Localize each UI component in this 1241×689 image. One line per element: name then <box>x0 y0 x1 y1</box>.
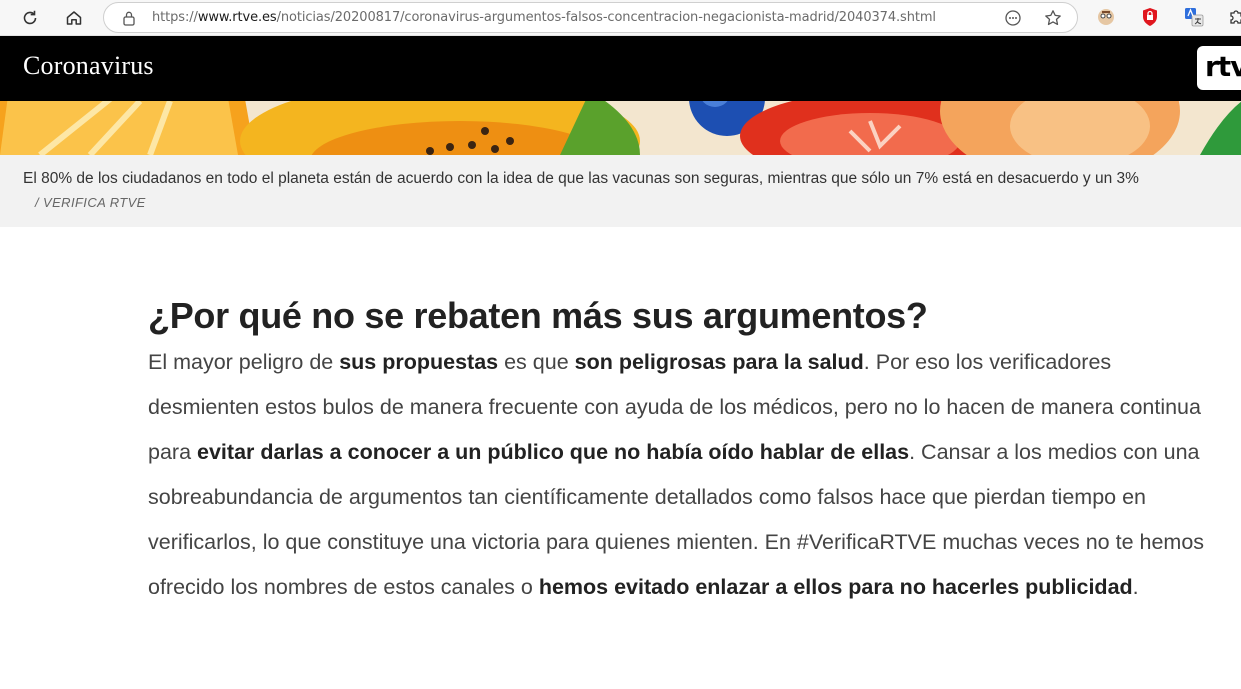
lock-icon[interactable] <box>122 10 136 31</box>
star-icon[interactable] <box>1043 8 1063 28</box>
url-host: www.rtve.es <box>197 10 277 25</box>
extension-avatar-icon[interactable] <box>1095 6 1117 28</box>
paragraph-text: . <box>1132 575 1139 599</box>
translate-extension-icon[interactable] <box>1183 6 1205 28</box>
site-header: Coronavirus rtve <box>0 36 1241 101</box>
url-prefix: https:// <box>152 10 198 25</box>
article-body: ¿Por qué no se rebaten más sus argumento… <box>148 294 1208 610</box>
hero-image <box>0 101 1241 155</box>
refresh-icon[interactable] <box>17 5 43 31</box>
home-icon[interactable] <box>61 5 87 31</box>
section-heading: ¿Por qué no se rebaten más sus argumento… <box>148 295 928 336</box>
shield-extension-icon[interactable] <box>1139 6 1161 28</box>
bold-phrase: son peligrosas para la salud <box>574 350 864 374</box>
bold-phrase: sus propuestas <box>339 350 499 374</box>
url-path: /noticias/20200817/coronavirus-argumento… <box>276 10 936 25</box>
paragraph-text: El mayor peligro de <box>148 350 340 374</box>
logo-text: rtve <box>1205 50 1241 83</box>
rtve-logo[interactable]: rtve <box>1197 46 1241 90</box>
section-title[interactable]: Coronavirus <box>23 51 154 81</box>
caption-text: El 80% de los ciudadanos en todo el plan… <box>23 170 1139 187</box>
bold-phrase: evitar darlas a conocer a un público que… <box>197 440 910 464</box>
address-bar[interactable]: https://www.rtve.es/noticias/20200817/co… <box>103 2 1078 33</box>
article-paragraph: El mayor peligro de sus propuestas es qu… <box>148 340 1208 610</box>
reader-icon[interactable] <box>1003 8 1023 28</box>
image-caption: El 80% de los ciudadanos en todo el plan… <box>0 155 1241 227</box>
url-text[interactable]: https://www.rtve.es/noticias/20200817/co… <box>152 10 936 25</box>
bold-phrase: hemos evitado enlazar a ellos para no ha… <box>538 575 1133 599</box>
browser-toolbar: https://www.rtve.es/noticias/20200817/co… <box>0 0 1241 36</box>
puzzle-extension-icon[interactable] <box>1226 6 1241 28</box>
caption-credit: / VERIFICA RTVE <box>35 195 146 210</box>
paragraph-text: es que <box>498 350 575 374</box>
